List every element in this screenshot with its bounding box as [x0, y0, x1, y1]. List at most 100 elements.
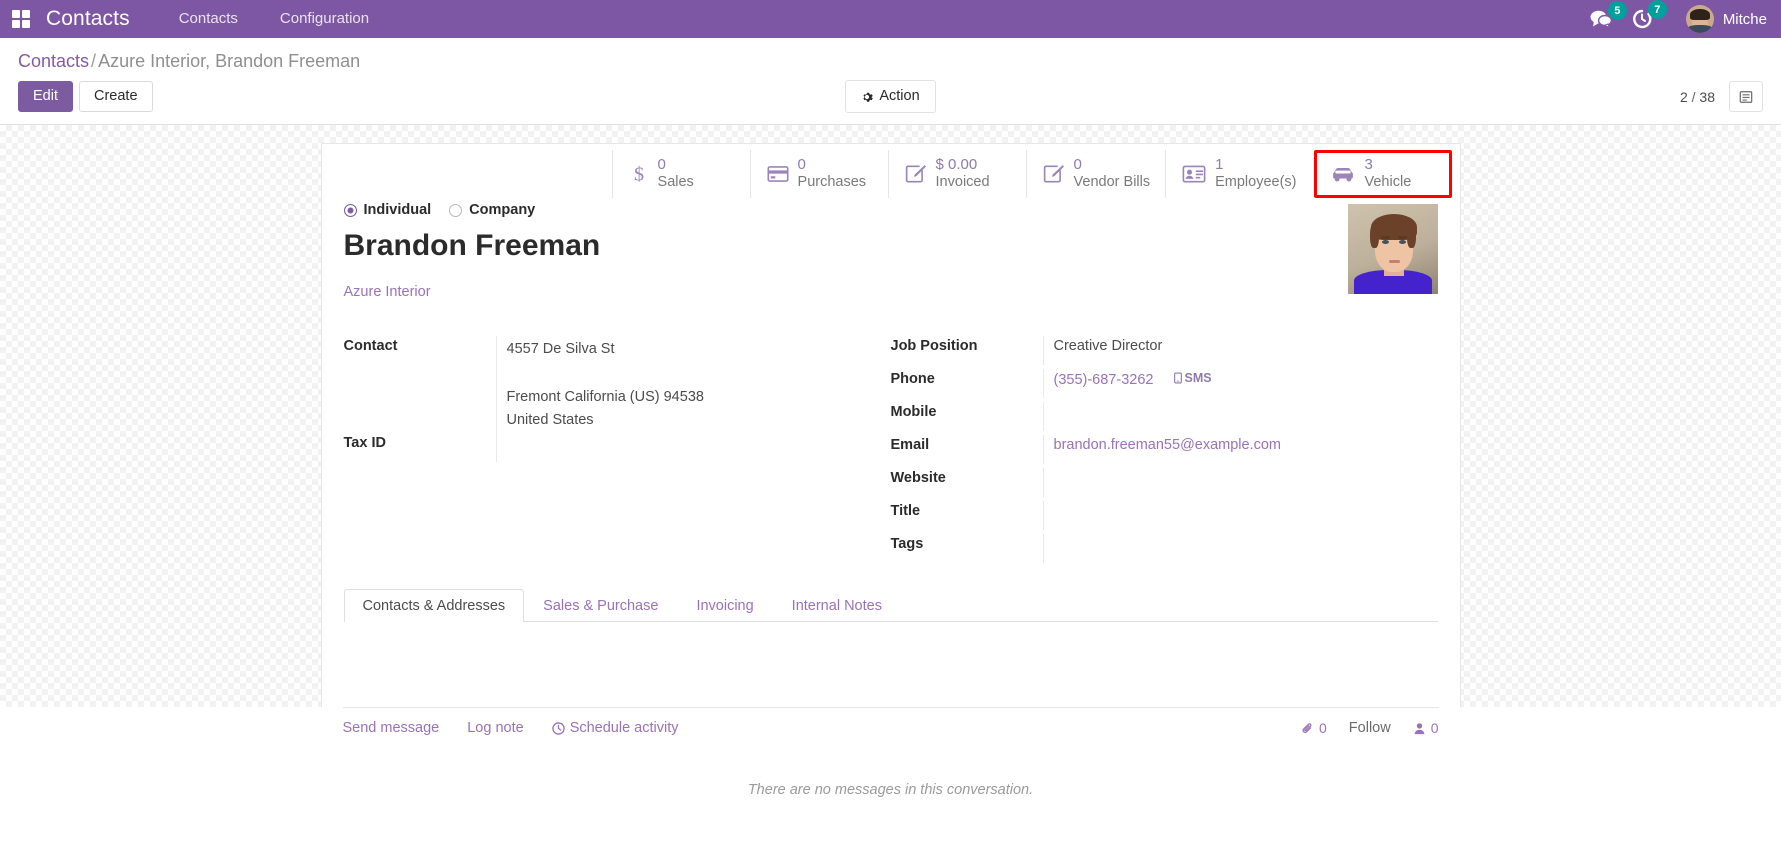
id-card-icon: [1182, 165, 1206, 183]
stat-value-employees: 1: [1215, 156, 1224, 174]
field-contact-address: Contact 4557 De Silva St Fremont Califor…: [344, 336, 891, 434]
pager-separator: /: [1691, 88, 1696, 105]
tab-contacts-addresses[interactable]: Contacts & Addresses: [343, 589, 525, 622]
dollar-sign-icon: $: [629, 163, 649, 185]
tab-panel-contacts-addresses: [344, 622, 1438, 707]
followers-button[interactable]: 0: [1413, 720, 1439, 736]
pager-area: 2 / 38: [1680, 81, 1763, 112]
form-view-icon: [1739, 90, 1753, 103]
schedule-activity-button[interactable]: Schedule activity: [551, 720, 679, 736]
create-button[interactable]: Create: [79, 81, 153, 112]
activities-badge: 7: [1647, 0, 1667, 19]
fields-column-left: Contact 4557 De Silva St Fremont Califor…: [344, 336, 891, 567]
stat-label-vendor-bills: Vendor Bills: [1073, 174, 1151, 191]
gear-icon: [863, 92, 874, 102]
parent-company-link[interactable]: Azure Interior: [344, 266, 431, 300]
chatter: Send message Log note Schedule activity …: [321, 707, 1461, 798]
edit-button[interactable]: Edit: [18, 81, 73, 112]
stat-label-purchases: Purchases: [797, 174, 867, 191]
field-value-tax-id[interactable]: [495, 433, 891, 463]
field-label-mobile: Mobile: [890, 404, 937, 420]
pager-total: 38: [1699, 88, 1715, 105]
record-sheet: $ 0 Sales 0 Purchases $ 0.00 Invoiced 0 …: [320, 143, 1461, 707]
paperclip-icon: [1302, 722, 1312, 733]
messages-menu-button[interactable]: 5: [1590, 1, 1627, 28]
follow-button[interactable]: Follow: [1349, 720, 1391, 736]
user-name-label: Mitche: [1722, 10, 1767, 28]
radio-label-individual: Individual: [363, 202, 432, 218]
email-link[interactable]: brandon.freeman55@example.com: [1054, 437, 1282, 453]
sms-label: SMS: [1184, 371, 1212, 385]
field-email: Email brandon.freeman55@example.com: [891, 435, 1438, 468]
stat-value-vehicle: 3: [1364, 156, 1373, 174]
stat-buttons-bar: $ 0 Sales 0 Purchases $ 0.00 Invoiced 0 …: [322, 144, 1460, 198]
address-city-state-zip: Fremont California (US) 94538: [506, 389, 704, 406]
activities-menu-button[interactable]: 7: [1632, 0, 1667, 29]
phone-link[interactable]: (355)-687-3262: [1054, 372, 1154, 388]
top-navbar: Contacts Contacts Configuration 5 7 Mitc…: [0, 0, 1781, 38]
breadcrumb-root-link[interactable]: Contacts: [18, 51, 89, 71]
fields-column-right: Job Position Creative Director Phone (35…: [891, 336, 1438, 567]
field-website: Website: [891, 468, 1438, 501]
send-message-button[interactable]: Send message: [343, 720, 440, 736]
record-pager[interactable]: 2 / 38: [1680, 89, 1729, 105]
stat-label-employees: Employee(s): [1215, 174, 1297, 191]
breadcrumb-current: Azure Interior, Brandon Freeman: [98, 51, 361, 71]
view-switcher-form-button[interactable]: [1729, 81, 1763, 112]
address-street2: [507, 360, 891, 386]
field-value-tags[interactable]: [1042, 534, 1438, 563]
stat-label-sales: Sales: [657, 174, 694, 191]
schedule-activity-label: Schedule activity: [569, 720, 679, 736]
field-value-email[interactable]: brandon.freeman55@example.com: [1042, 435, 1438, 464]
attachments-button[interactable]: 0: [1301, 720, 1327, 736]
field-value-job-position[interactable]: Creative Director: [1042, 336, 1438, 365]
field-phone: Phone (355)-687-3262 SMS: [891, 369, 1438, 402]
radio-option-company[interactable]: Company: [449, 202, 535, 218]
field-value-mobile[interactable]: [1042, 402, 1438, 431]
clock-icon: [551, 721, 565, 735]
log-note-button[interactable]: Log note: [467, 720, 523, 736]
field-value-phone[interactable]: (355)-687-3262 SMS: [1042, 369, 1438, 398]
pencil-square-icon: [905, 164, 927, 184]
car-icon: [1330, 165, 1356, 183]
control-panel-actions: Edit Create Action 2 / 38: [18, 72, 1763, 124]
action-menu-button[interactable]: Action: [845, 80, 936, 113]
stat-button-purchases[interactable]: 0 Purchases: [749, 150, 888, 198]
notebook: Contacts & Addresses Sales & Purchase In…: [322, 577, 1460, 707]
address-country: United States: [506, 411, 594, 428]
stat-button-vehicle[interactable]: 3 Vehicle: [1313, 150, 1452, 198]
radio-option-individual[interactable]: Individual: [343, 202, 432, 218]
tab-sales-purchase[interactable]: Sales & Purchase: [524, 589, 677, 622]
contact-avatar[interactable]: [1347, 204, 1438, 294]
tab-internal-notes[interactable]: Internal Notes: [773, 589, 901, 622]
apps-grid-icon: [12, 10, 30, 28]
radio-dot-individual[interactable]: [343, 203, 357, 217]
user-icon: [1414, 722, 1425, 734]
field-value-title[interactable]: [1042, 501, 1438, 530]
contact-name: Brandon Freeman: [343, 229, 601, 262]
pager-current: 2: [1679, 88, 1688, 105]
messages-badge: 5: [1607, 1, 1627, 20]
stat-button-sales[interactable]: $ 0 Sales: [611, 150, 750, 198]
menu-item-configuration[interactable]: Configuration: [259, 0, 390, 38]
field-value-contact-address[interactable]: 4557 De Silva St Fremont California (US)…: [495, 336, 891, 434]
field-label-website: Website: [890, 470, 946, 486]
main-menu: Contacts Configuration: [158, 0, 390, 38]
stat-button-invoiced[interactable]: $ 0.00 Invoiced: [887, 150, 1026, 198]
field-title: Title: [891, 501, 1438, 534]
control-panel: Contacts / Azure Interior, Brandon Freeman…: [0, 38, 1781, 125]
radio-dot-company[interactable]: [449, 203, 463, 217]
user-avatar: [1685, 5, 1714, 33]
sms-button[interactable]: SMS: [1173, 371, 1212, 385]
breadcrumb: Contacts / Azure Interior, Brandon Freeman: [18, 51, 1763, 72]
menu-item-contacts[interactable]: Contacts: [158, 0, 259, 38]
breadcrumb-row: Contacts / Azure Interior, Brandon Freeman: [18, 38, 1763, 72]
field-label-email: Email: [890, 437, 930, 453]
stat-label-invoiced: Invoiced: [935, 174, 990, 191]
stat-button-vendor-bills[interactable]: 0 Vendor Bills: [1025, 150, 1166, 198]
field-value-website[interactable]: [1042, 468, 1438, 497]
stat-button-employees[interactable]: 1 Employee(s): [1165, 150, 1311, 198]
user-menu-button[interactable]: Mitche: [1685, 5, 1767, 33]
apps-menu-button[interactable]: [0, 0, 42, 38]
tab-invoicing[interactable]: Invoicing: [677, 589, 772, 622]
